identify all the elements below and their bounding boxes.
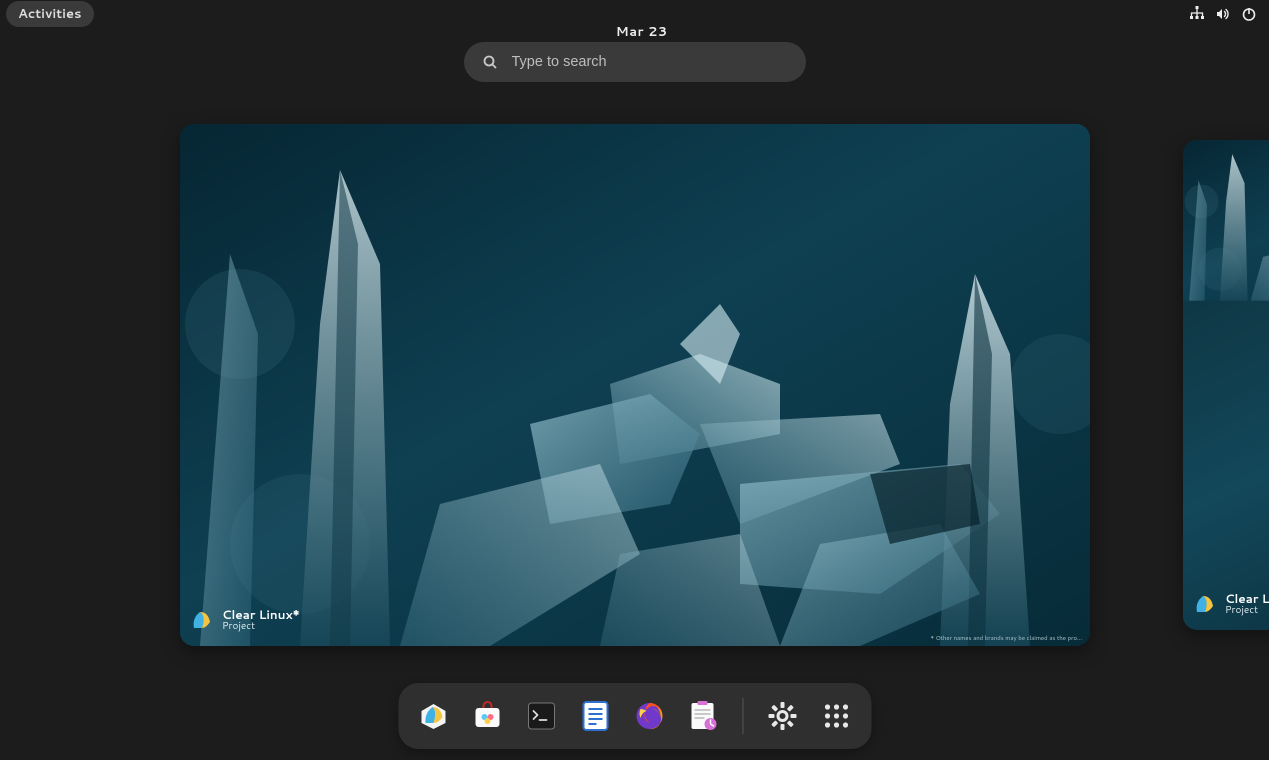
activities-label: Activities (18, 5, 82, 23)
dash (398, 683, 871, 749)
software-store-icon[interactable] (472, 701, 502, 731)
activities-button[interactable]: Activities (6, 1, 94, 27)
volume-icon[interactable] (1215, 6, 1231, 22)
clear-linux-icon[interactable] (418, 701, 448, 731)
wallpaper (180, 124, 1090, 646)
wallpaper (1183, 140, 1269, 301)
workspace-1[interactable]: Clear Linux* Project * Other names and b… (180, 124, 1090, 646)
system-tray[interactable] (1189, 6, 1257, 22)
text-editor-icon[interactable] (580, 701, 610, 731)
clock-date: Mar 23 (616, 23, 668, 41)
power-icon[interactable] (1241, 6, 1257, 22)
wallpaper-brand: Clear Linux* Project (190, 608, 300, 632)
dash-separator (742, 698, 743, 734)
top-panel: Activities Mar 23 12:22 (0, 0, 1269, 28)
settings-icon[interactable] (767, 701, 797, 731)
wallpaper-brand: Clear Linux* Project (1193, 592, 1269, 616)
clear-linux-logo-icon (190, 608, 214, 632)
network-icon[interactable] (1189, 6, 1205, 22)
firefox-icon[interactable] (634, 701, 664, 731)
workspace-2[interactable]: Clear Linux* Project (1183, 140, 1269, 630)
search-icon (482, 54, 498, 70)
search-input[interactable] (512, 54, 788, 70)
clear-linux-logo-icon (1193, 592, 1217, 616)
search-bar-container (464, 42, 806, 82)
search-bar[interactable] (464, 42, 806, 82)
terminal-icon[interactable] (526, 701, 556, 731)
power-stats-icon[interactable] (688, 701, 718, 731)
workspace-strip: Clear Linux* Project * Other names and b… (0, 124, 1269, 648)
wallpaper-footnote: * Other names and brands may be claimed … (931, 633, 1082, 642)
app-grid-icon[interactable] (821, 701, 851, 731)
